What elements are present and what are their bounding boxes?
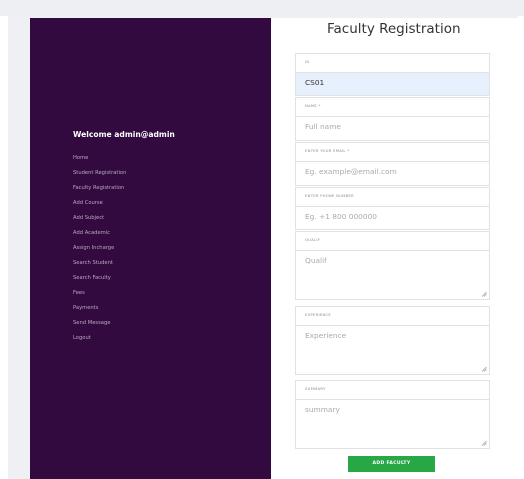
phone-label: ENTER PHONE NUMBER [305,194,355,198]
email-label: ENTER YOUR EMAIL * [305,149,350,153]
summary-label: SUMMARY [305,387,326,391]
summary-field: SUMMARY summary [295,380,490,449]
summary-textarea[interactable]: summary [296,399,489,448]
phone-input[interactable]: Eg. +1 800 000000 [296,206,489,229]
sidebar-item-payments[interactable]: Payments [73,304,126,319]
qualif-label: QUALIF [305,238,321,242]
name-input[interactable]: Full name [296,116,489,140]
sidebar-item-add-subject[interactable]: Add Subject [73,214,126,229]
phone-field: ENTER PHONE NUMBER Eg. +1 800 000000 [295,187,490,230]
sidebar-item-send-message[interactable]: Send Message [73,319,126,334]
experience-field: EXPERIENCE Experience [295,306,490,375]
sidebar-item-student-registration[interactable]: Student Registration [73,169,126,184]
email-field: ENTER YOUR EMAIL * Eg. example@email.com [295,142,490,186]
name-label: NAME * [305,104,321,108]
sidebar-item-home[interactable]: Home [73,154,126,169]
sidebar-item-search-student[interactable]: Search Student [73,259,126,274]
page-title: Faculty Registration [327,21,461,37]
experience-label: EXPERIENCE [305,313,332,317]
sidebar [30,18,271,479]
qualif-textarea[interactable]: Qualif [296,250,489,299]
top-bar [0,0,524,16]
welcome-message: Welcome admin@admin [73,130,175,139]
resize-grip-icon[interactable] [481,366,487,372]
email-input[interactable]: Eg. example@email.com [296,161,489,185]
qualif-field: QUALIF Qualif [295,231,490,300]
id-label: ID [305,60,310,64]
id-field: ID CS01 [295,53,490,96]
name-field: NAME * Full name [295,97,490,141]
experience-textarea[interactable]: Experience [296,325,489,374]
sidebar-item-assign-incharge[interactable]: Assign Incharge [73,244,126,259]
sidebar-item-logout[interactable]: Logout [73,334,126,349]
resize-grip-icon[interactable] [481,291,487,297]
sidebar-item-search-faculty[interactable]: Search Faculty [73,274,126,289]
resize-grip-icon[interactable] [481,440,487,446]
add-faculty-button[interactable]: ADD FACULTY [348,456,435,472]
sidebar-item-faculty-registration[interactable]: Faculty Registration [73,184,126,199]
sidebar-item-add-course[interactable]: Add Course [73,199,126,214]
sidebar-nav: Home Student Registration Faculty Regist… [73,154,126,349]
sidebar-item-fees[interactable]: Fees [73,289,126,304]
sidebar-item-add-academic[interactable]: Add Academic [73,229,126,244]
id-input[interactable]: CS01 [296,72,489,95]
